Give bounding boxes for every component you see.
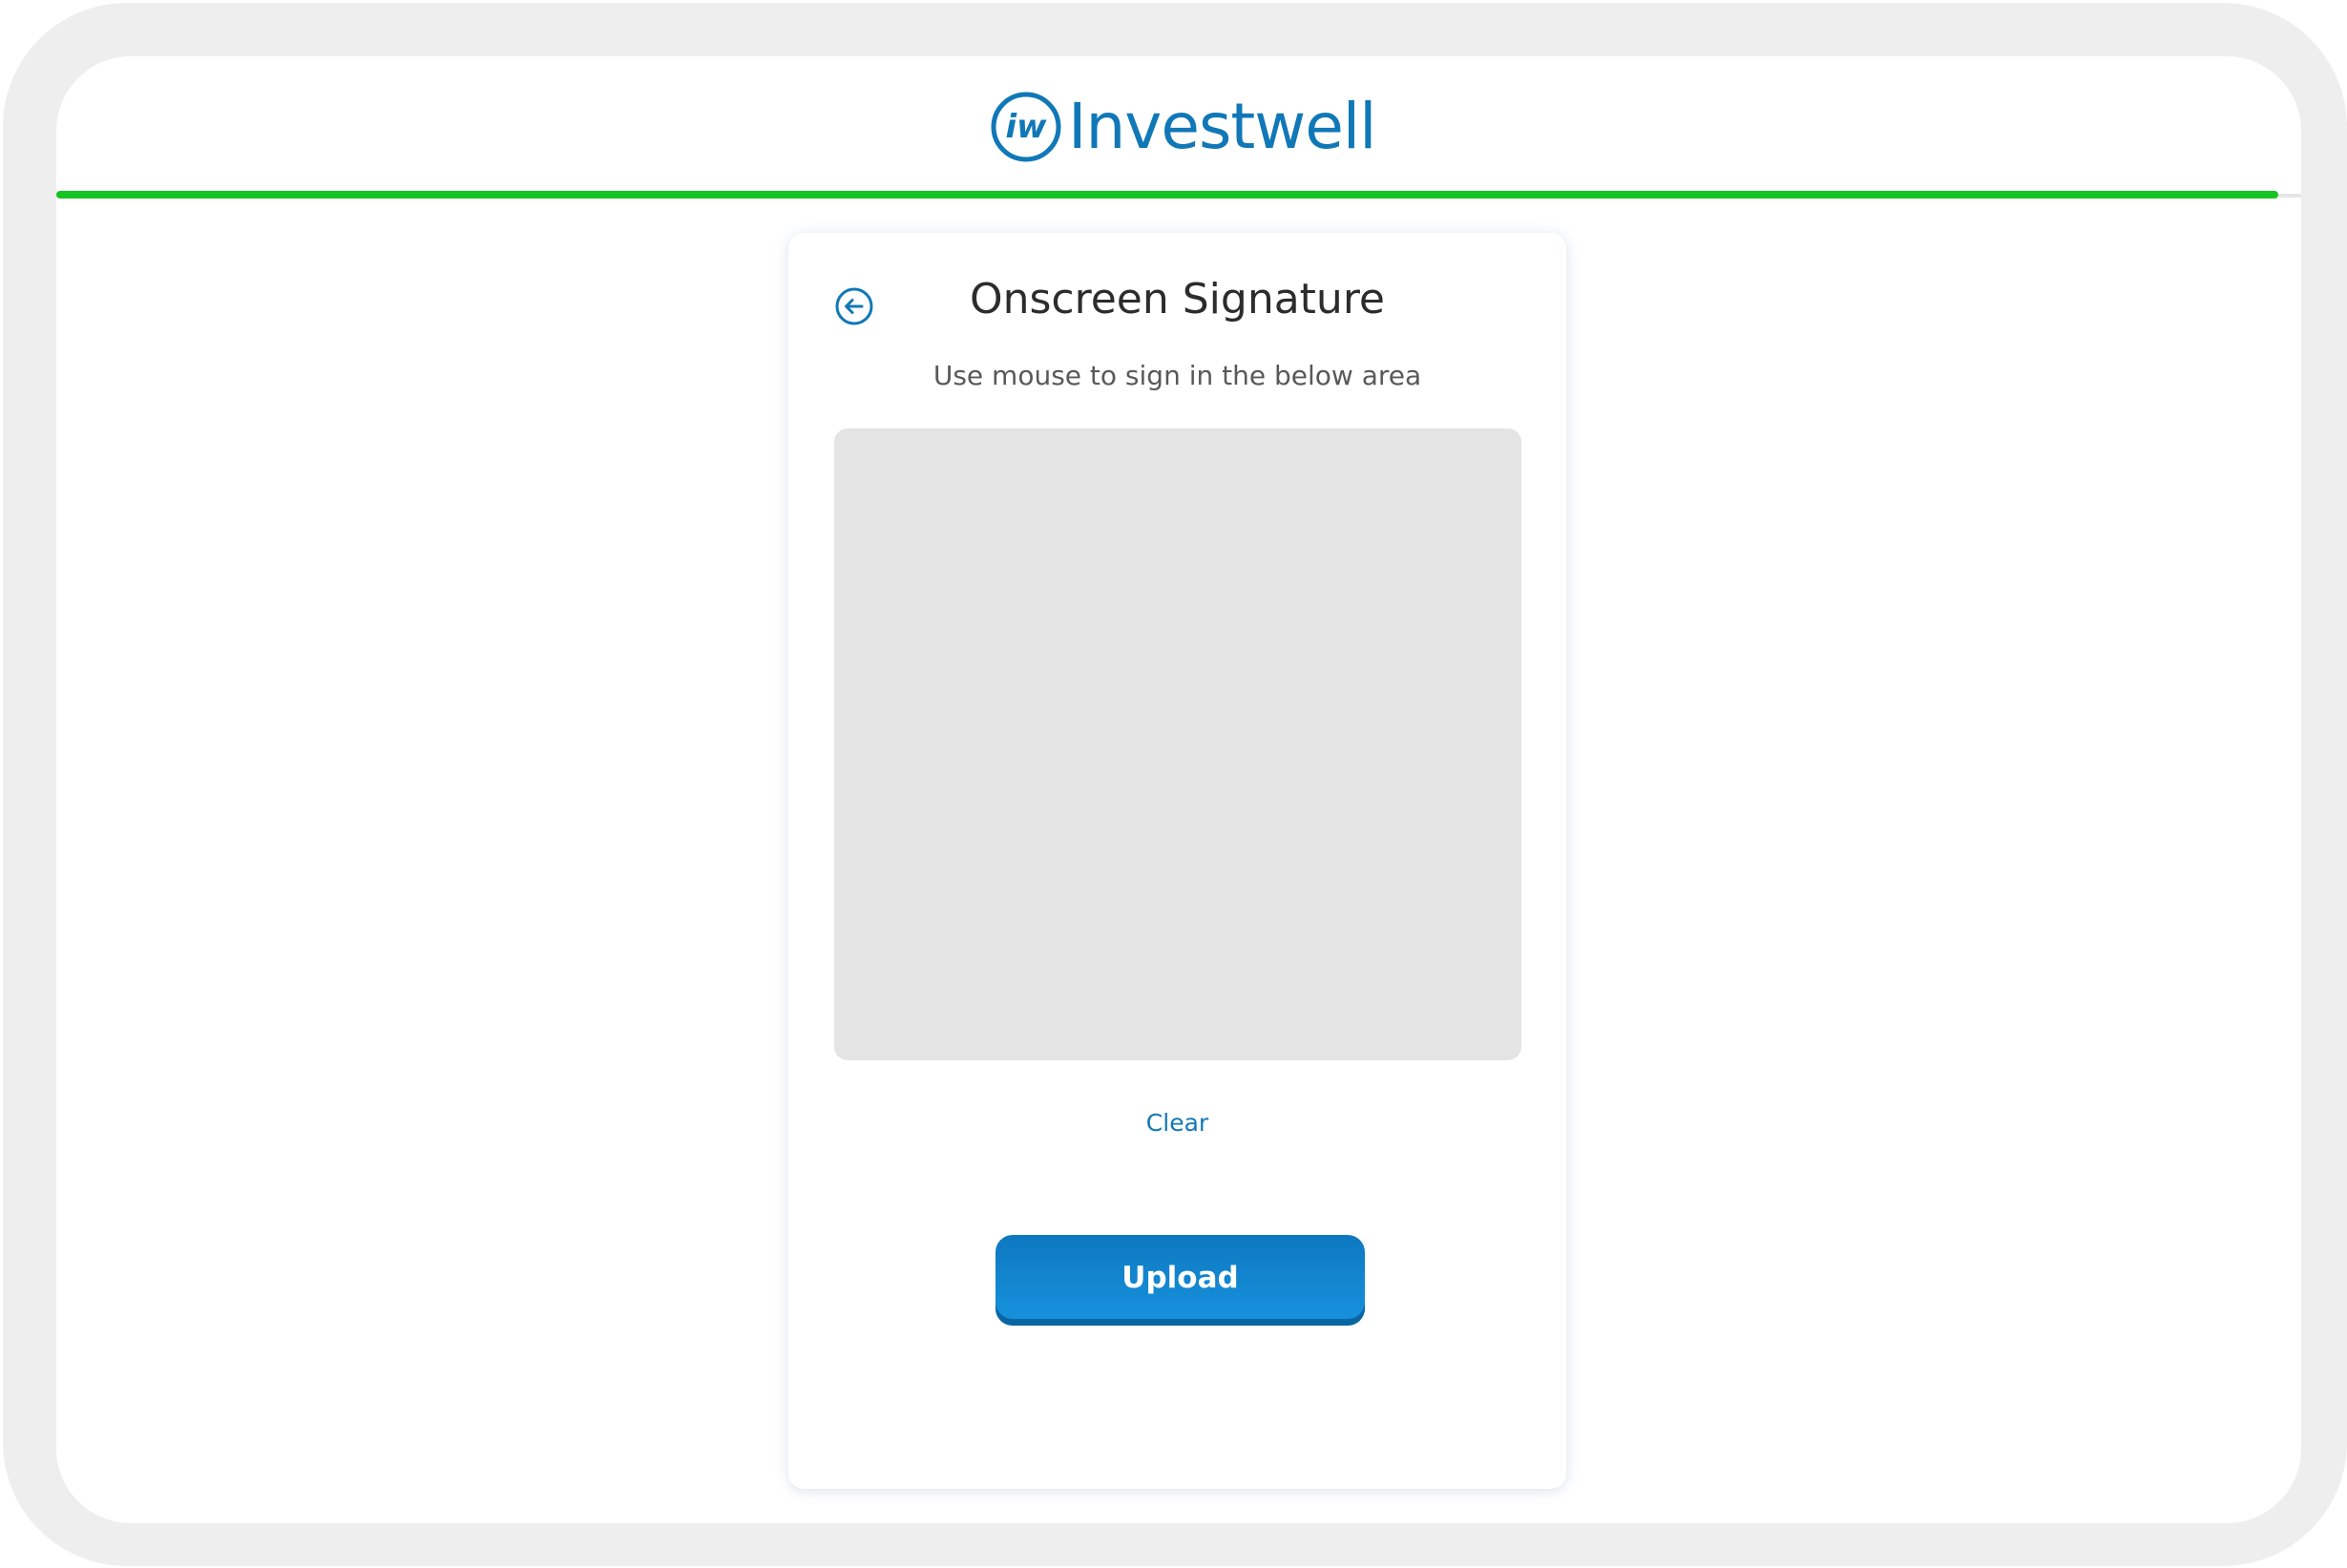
instruction-text: Use mouse to sign in the below area	[933, 360, 1422, 391]
app-header: iw Investwell	[56, 56, 2301, 199]
clear-button[interactable]: Clear	[788, 1109, 1566, 1137]
investwell-logo-icon: iw	[991, 92, 1061, 162]
progress-bar	[56, 191, 2301, 199]
device-frame: iw Investwell Onscreen Signature Use mou…	[3, 3, 2347, 1566]
brand-logo: iw Investwell	[990, 89, 1376, 165]
logo-mark-text: iw	[1005, 108, 1047, 146]
upload-button[interactable]: Upload	[995, 1235, 1365, 1326]
signature-card: Onscreen Signature Use mouse to sign in …	[788, 233, 1566, 1489]
progress-fill	[56, 191, 2279, 199]
brand-name: Investwell	[1068, 90, 1376, 163]
app-screen: iw Investwell Onscreen Signature Use mou…	[56, 56, 2301, 1523]
signature-pad[interactable]	[834, 429, 1521, 1060]
page-title: Onscreen Signature	[969, 275, 1386, 324]
